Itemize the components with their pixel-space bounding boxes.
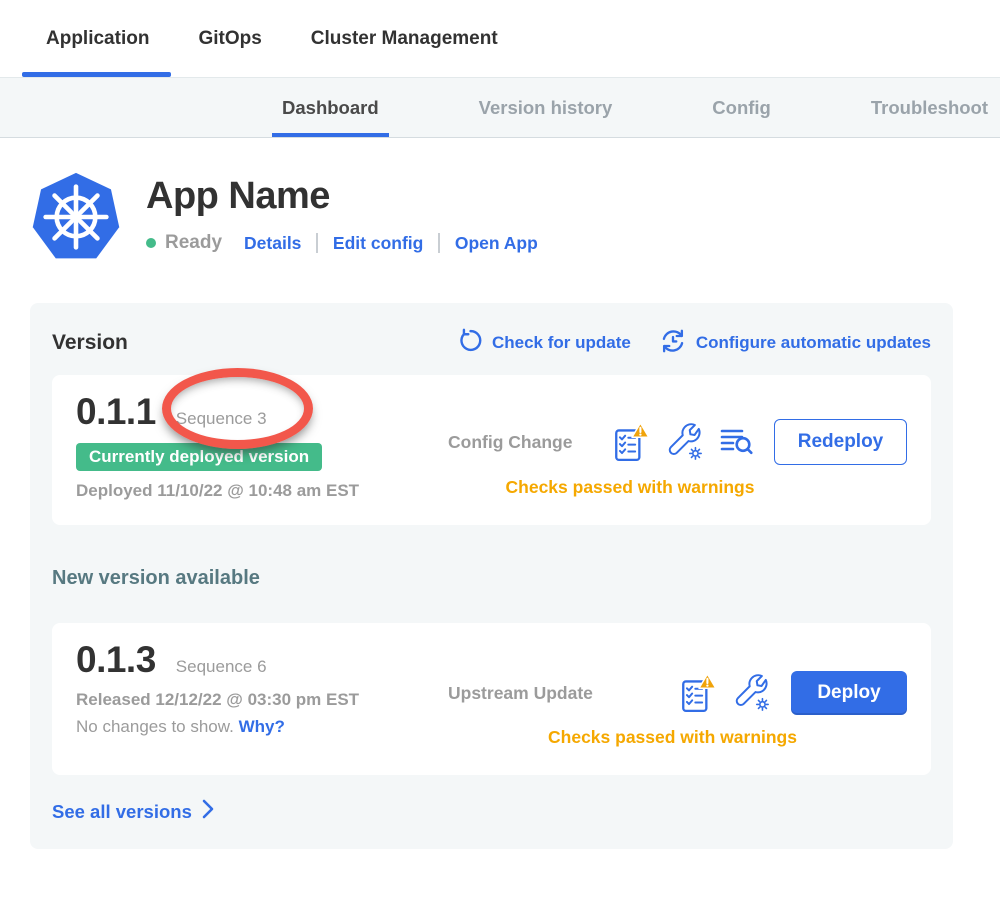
divider xyxy=(438,233,440,253)
see-all-versions-link[interactable]: See all versions xyxy=(52,799,931,824)
tab-dashboard[interactable]: Dashboard xyxy=(282,78,379,137)
deployed-timestamp: Deployed 11/10/22 @ 10:48 am EST xyxy=(76,481,448,501)
released-timestamp: Released 12/12/22 @ 03:30 pm EST xyxy=(76,690,448,710)
current-version-number: 0.1.1 xyxy=(76,391,156,433)
version-card-title: Version xyxy=(52,331,128,355)
checks-warning-text: Checks passed with warnings xyxy=(448,727,897,748)
tab-troubleshoot[interactable]: Troubleshoot xyxy=(871,78,988,137)
redeploy-button[interactable]: Redeploy xyxy=(774,419,907,465)
config-wrench-icon[interactable] xyxy=(666,422,704,462)
tab-config[interactable]: Config xyxy=(712,78,771,137)
nav-item-application[interactable]: Application xyxy=(46,0,149,77)
active-tab-underline xyxy=(22,72,171,77)
edit-config-link[interactable]: Edit config xyxy=(333,233,423,254)
version-card: Version Check for update xyxy=(30,303,953,849)
no-changes-text: No changes to show. xyxy=(76,717,234,736)
nav-item-label: GitOps xyxy=(198,28,261,50)
check-for-update-button[interactable]: Check for update xyxy=(458,328,631,358)
active-tab-underline xyxy=(272,133,389,137)
current-sequence-label: Sequence 3 xyxy=(176,409,267,429)
available-sequence-label: Sequence 6 xyxy=(176,657,267,677)
deploy-button[interactable]: Deploy xyxy=(791,671,907,715)
configure-automatic-updates-button[interactable]: Configure automatic updates xyxy=(659,327,931,360)
page-title: App Name xyxy=(146,175,538,218)
checks-warning-text: Checks passed with warnings xyxy=(448,477,812,498)
status-text: Ready xyxy=(165,232,222,254)
app-subnav: Dashboard Version history Config Trouble… xyxy=(0,77,1000,138)
chevron-right-icon xyxy=(202,799,214,824)
available-version-row: 0.1.3 Sequence 6 Released 12/12/22 @ 03:… xyxy=(52,623,931,775)
tab-label: Config xyxy=(712,97,771,119)
primary-nav: Application GitOps Cluster Management xyxy=(0,0,1000,77)
config-wrench-icon[interactable] xyxy=(733,673,771,713)
nav-item-gitops[interactable]: GitOps xyxy=(198,0,261,77)
details-link[interactable]: Details xyxy=(244,233,301,254)
new-version-heading: New version available xyxy=(52,567,931,590)
tab-version-history[interactable]: Version history xyxy=(479,78,613,137)
status-dot-icon xyxy=(146,238,156,248)
available-version-number: 0.1.3 xyxy=(76,639,156,681)
auto-update-clock-icon xyxy=(659,327,687,360)
nav-item-label: Cluster Management xyxy=(311,28,498,50)
why-link[interactable]: Why? xyxy=(239,717,285,736)
preflight-checks-warning-icon[interactable] xyxy=(681,672,717,714)
refresh-icon xyxy=(458,328,483,358)
version-source-label: Config Change xyxy=(448,432,572,453)
kubernetes-logo-icon xyxy=(30,171,122,263)
tab-label: Dashboard xyxy=(282,97,379,119)
tab-label: Troubleshoot xyxy=(871,97,988,119)
current-version-row: 0.1.1 Sequence 3 Currently deployed vers… xyxy=(52,375,931,525)
currently-deployed-badge: Currently deployed version xyxy=(76,443,322,471)
nav-item-cluster-management[interactable]: Cluster Management xyxy=(311,0,498,77)
tab-label: Version history xyxy=(479,97,613,119)
preflight-checks-warning-icon[interactable] xyxy=(614,421,650,463)
open-app-link[interactable]: Open App xyxy=(455,233,538,254)
view-files-magnifier-icon[interactable] xyxy=(720,425,754,459)
version-source-label: Upstream Update xyxy=(448,683,593,704)
nav-item-label: Application xyxy=(46,28,149,50)
app-header: App Name Ready Details Edit config Open … xyxy=(30,171,1000,263)
divider xyxy=(316,233,318,253)
